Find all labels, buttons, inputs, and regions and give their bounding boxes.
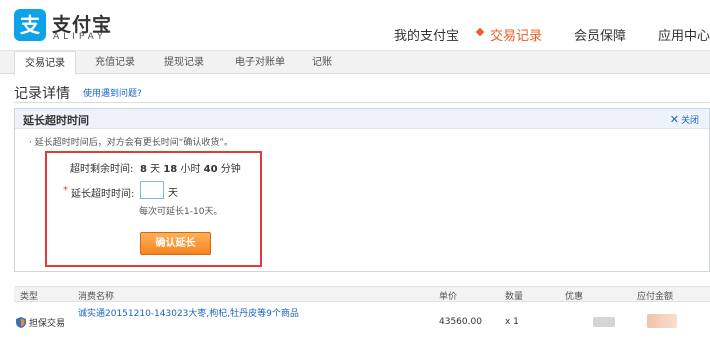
redacted-discount — [593, 317, 615, 327]
unit-price: 43560.00 — [439, 317, 482, 327]
column-header-quantity: 数量 — [505, 292, 524, 302]
panel-note: · 延长超时时间后，对方会有更长时间“确认收货”。 — [29, 138, 234, 148]
column-header-discount: 优惠 — [565, 292, 584, 302]
tab-bookkeeping[interactable]: 记账 — [302, 51, 342, 74]
extend-days-input[interactable] — [140, 181, 164, 199]
sub-navigation: 交易记录 充值记录 提现记录 电子对账单 记账 — [0, 50, 710, 75]
shield-icon — [16, 317, 26, 328]
tab-withdraw-records[interactable]: 提现记录 — [153, 51, 215, 74]
extend-time-label: 延长超时时间: — [71, 189, 135, 200]
column-header-type: 类型 — [20, 292, 39, 302]
column-header-name: 消费名称 — [78, 292, 115, 302]
close-button[interactable]: ✕ 关闭 — [670, 113, 699, 126]
panel-header: 延长超时时间 ✕ 关闭 — [15, 109, 709, 129]
tab-transaction-records[interactable]: 交易记录 — [14, 51, 76, 75]
table-header: 类型 消费名称 单价 数量 优惠 应付金额 — [14, 286, 710, 302]
nav-app-center[interactable]: 应用中心 — [658, 25, 710, 44]
page-title: 记录详情 — [14, 86, 70, 102]
required-asterisk: * — [63, 185, 68, 196]
tab-recharge-records[interactable]: 充值记录 — [84, 51, 146, 74]
alipay-logo[interactable]: 支 支付宝 ALIPAY — [14, 9, 114, 43]
tab-e-statement[interactable]: 电子对账单 — [225, 51, 295, 74]
alipay-logo-icon: 支 — [14, 9, 46, 41]
remaining-time-value: 8 天 18 小时 40 分钟 — [140, 164, 241, 175]
header: 支 支付宝 ALIPAY 我的支付宝 交易记录 会员保障 应用中心 — [0, 0, 710, 50]
extend-timeout-panel: 延长超时时间 ✕ 关闭 · 延长超时时间后，对方会有更长时间“确认收货”。 超时剩… — [14, 108, 710, 272]
nav-transaction-records[interactable]: 交易记录 — [475, 25, 543, 44]
close-label: 关闭 — [680, 116, 699, 126]
nav-member-protection[interactable]: 会员保障 — [574, 25, 626, 44]
days-unit-label: 天 — [168, 188, 178, 199]
nav-transaction-records-label: 交易记录 — [490, 29, 543, 44]
extend-hint: 每次可延长1-10天。 — [139, 207, 223, 217]
column-header-price: 单价 — [439, 292, 458, 302]
transaction-type: 担保交易 — [29, 319, 66, 329]
table-row: 担保交易 诚实通20151210-143023大枣,枸杞,牡丹皮等9个商品 43… — [14, 302, 710, 342]
product-name-link[interactable]: 诚实通20151210-143023大枣,枸杞,牡丹皮等9个商品 — [78, 306, 299, 319]
help-link[interactable]: 使用遇到问题? — [83, 86, 142, 99]
panel-title: 延长超时时间 — [23, 114, 89, 127]
remaining-time-label: 超时剩余时间: — [70, 164, 134, 175]
extend-form-highlight: 超时剩余时间: 8 天 18 小时 40 分钟 * 延长超时时间: 天 每次可延… — [45, 151, 262, 267]
column-header-payable: 应付金额 — [637, 292, 674, 302]
close-x-icon: ✕ — [669, 113, 679, 126]
quantity: x 1 — [505, 317, 519, 327]
active-diamond-icon — [475, 27, 485, 37]
logo-text-en: ALIPAY — [53, 32, 107, 42]
redacted-payable — [647, 314, 677, 328]
nav-my-alipay[interactable]: 我的支付宝 — [394, 25, 459, 44]
divider — [14, 102, 710, 103]
confirm-extend-button[interactable]: 确认延长 — [140, 232, 211, 255]
